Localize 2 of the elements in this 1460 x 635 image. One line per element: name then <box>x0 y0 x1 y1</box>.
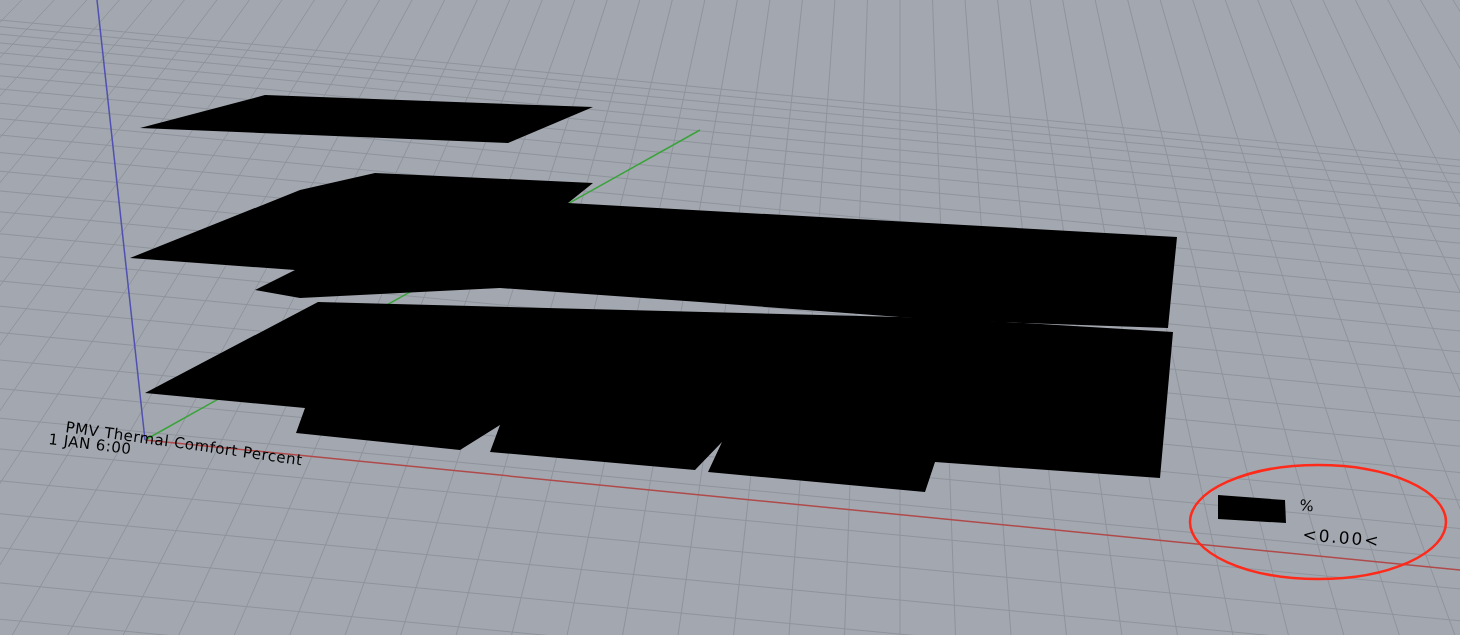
legend-value: <0.00< <box>1301 524 1382 551</box>
legend-unit: % <box>1298 496 1316 516</box>
